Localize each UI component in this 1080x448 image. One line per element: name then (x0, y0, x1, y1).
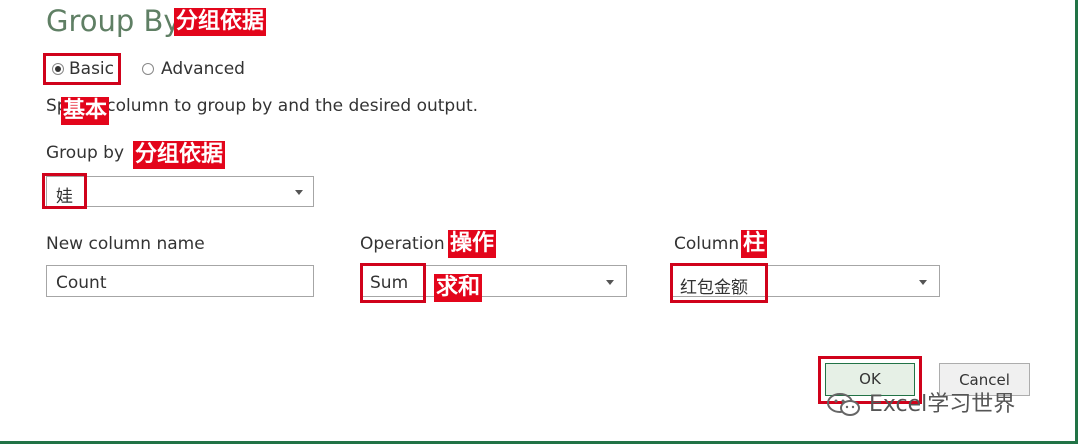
chevron-down-icon (919, 280, 927, 285)
advanced-radio[interactable] (142, 63, 154, 75)
group-by-highlight-box (42, 173, 87, 209)
group-by-label: Group by (46, 143, 125, 163)
operation-value-annotation: 求和 (434, 274, 483, 302)
instruction-text: Sp the column to group by and the desire… (46, 96, 478, 116)
column-annotation: 柱 (741, 230, 768, 258)
column-highlight-box (670, 263, 768, 303)
operation-annotation: 操作 (448, 230, 497, 258)
dialog-title: Group By (46, 4, 181, 38)
watermark: Excel学习世界 (826, 386, 1015, 419)
group-by-annotation: 分组依据 (133, 141, 226, 169)
new-column-name-label: New column name (46, 234, 205, 254)
chevron-down-icon (295, 190, 303, 195)
operation-highlight-box (360, 263, 426, 303)
chevron-down-icon (606, 280, 614, 285)
instruction-text-content: Sp the column to group by and the desire… (46, 96, 479, 116)
basic-annotation: 基本 (61, 97, 110, 125)
basic-radio-label[interactable]: Basic (69, 59, 114, 79)
group-by-dialog: Group By 分组依据 Basic Advanced Sp the colu… (0, 0, 1078, 444)
advanced-radio-label[interactable]: Advanced (161, 59, 245, 79)
wechat-icon (827, 393, 860, 416)
new-column-name-value: Count (56, 273, 107, 293)
column-label: Column (674, 234, 740, 254)
title-annotation: 分组依据 (174, 8, 267, 36)
watermark-text: Excel学习世界 (869, 392, 1016, 417)
operation-label: Operation (360, 234, 445, 254)
new-column-name-input[interactable]: Count (46, 265, 314, 297)
basic-radio[interactable] (52, 63, 64, 75)
